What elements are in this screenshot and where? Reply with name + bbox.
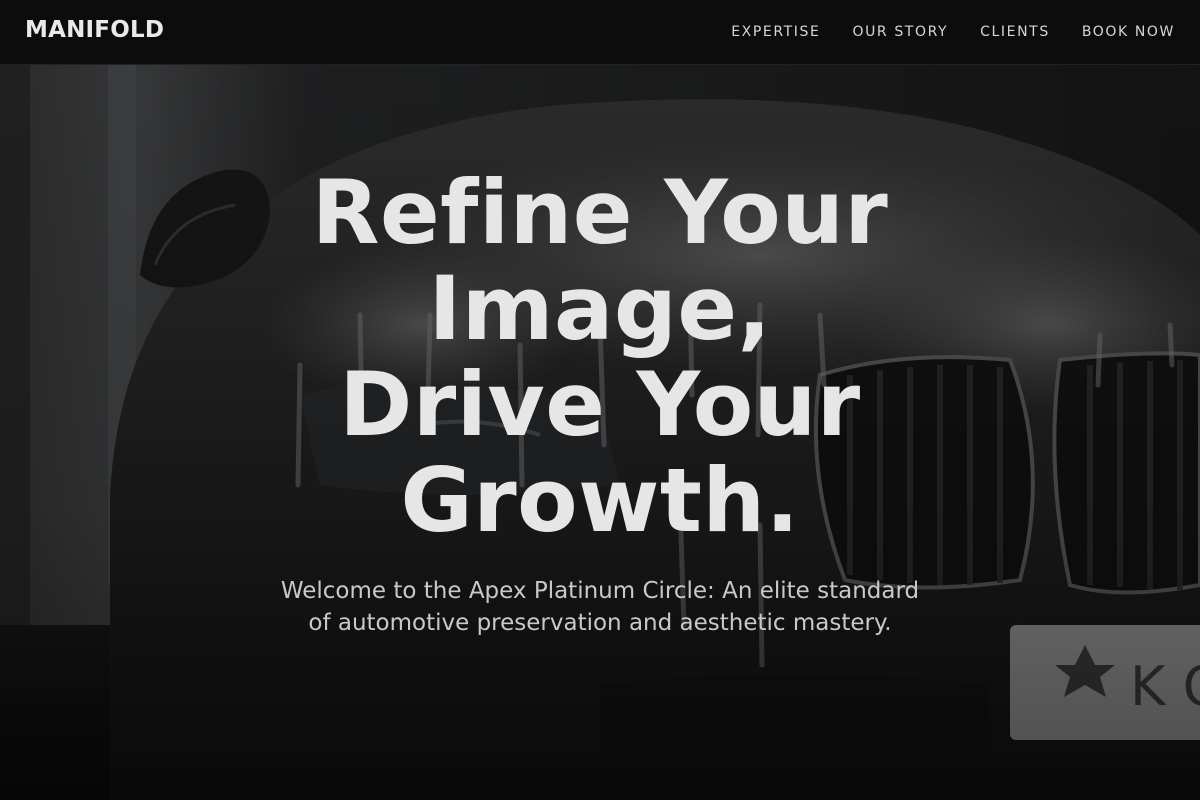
hero-headline-line: Drive Your bbox=[339, 353, 861, 456]
hero-headline: Refine Your Image, Drive Your Growth. bbox=[220, 165, 980, 549]
nav-link-our-story[interactable]: OUR STORY bbox=[852, 24, 948, 40]
page: MANIFOLD EXPERTISE OUR STORY CLIENTS BOO… bbox=[0, 0, 1200, 800]
hero-subtitle-line: of automotive preservation and aesthetic… bbox=[308, 610, 892, 636]
nav-link-book-now[interactable]: BOOK NOW bbox=[1082, 24, 1175, 40]
main-nav: EXPERTISE OUR STORY CLIENTS BOOK NOW bbox=[731, 0, 1175, 64]
hero-subtitle: Welcome to the Apex Platinum Circle: An … bbox=[250, 575, 950, 639]
brand-logo[interactable]: MANIFOLD bbox=[25, 17, 164, 43]
hero-content: Refine Your Image, Drive Your Growth. We… bbox=[0, 165, 1200, 639]
hero-headline-line: Growth. bbox=[400, 449, 800, 552]
hero-subtitle-line: Welcome to the Apex Platinum Circle: An … bbox=[280, 578, 920, 604]
nav-link-expertise[interactable]: EXPERTISE bbox=[731, 24, 820, 40]
hero-section: K O Refine Your Image, Drive Your Growth… bbox=[0, 65, 1200, 800]
hero-headline-line: Refine Your bbox=[311, 161, 889, 264]
hero-headline-line: Image, bbox=[428, 257, 772, 360]
top-navigation-bar: MANIFOLD EXPERTISE OUR STORY CLIENTS BOO… bbox=[0, 0, 1200, 65]
nav-link-clients[interactable]: CLIENTS bbox=[980, 24, 1050, 40]
